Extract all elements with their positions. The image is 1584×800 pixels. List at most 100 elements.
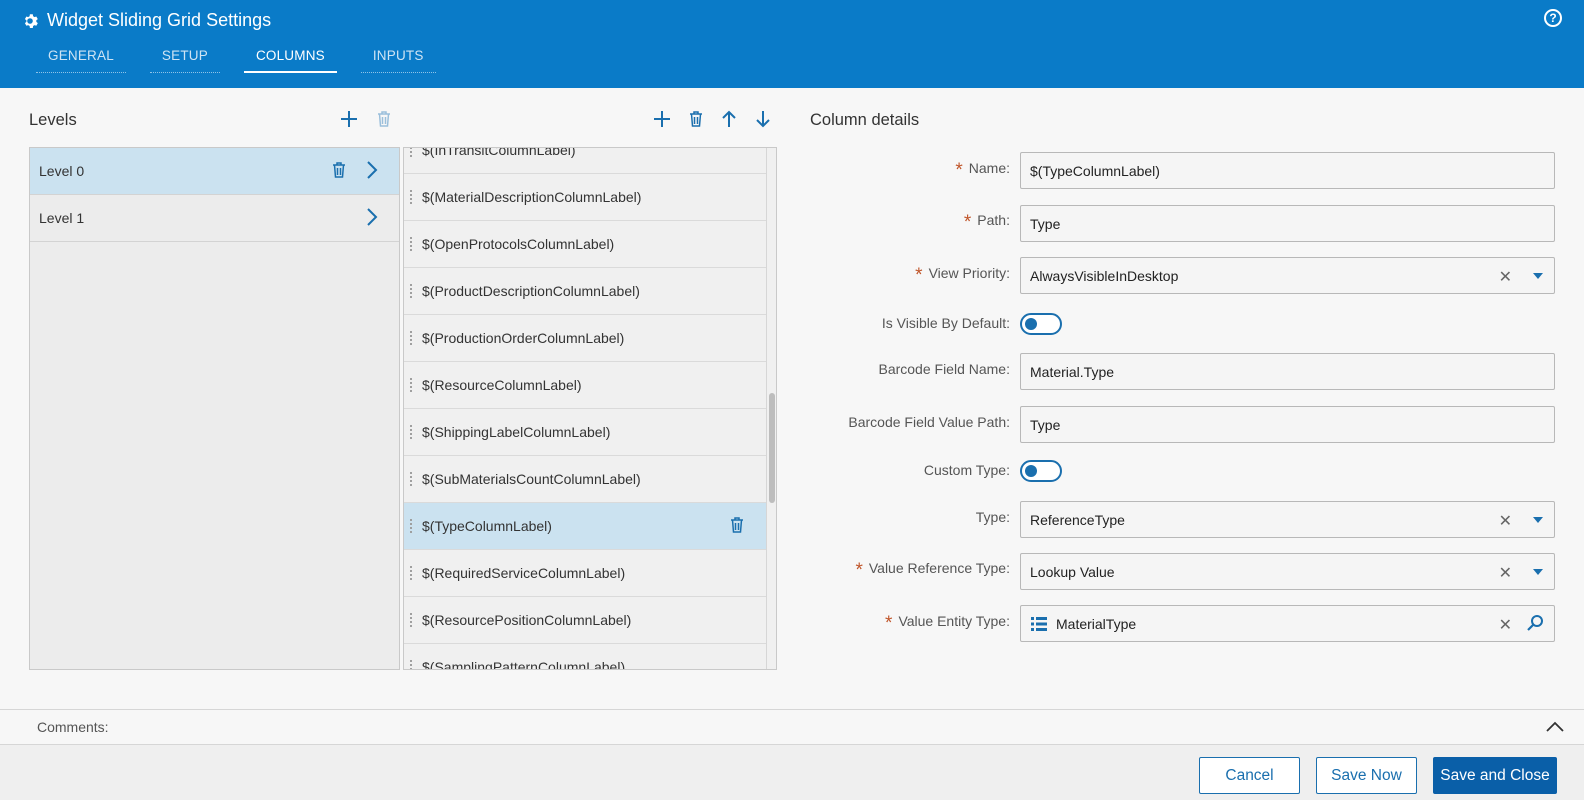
value-entity-type-lookup[interactable]: MaterialType ✕ [1020,605,1555,642]
visible-default-toggle[interactable] [1020,313,1062,335]
dialog-header: Widget Sliding Grid Settings ? GENERAL S… [0,0,1584,88]
level-row-0[interactable]: Level 0 [30,148,399,195]
drag-handle-icon[interactable] [409,565,413,581]
required-marker: * [963,212,972,233]
view-priority-select[interactable]: AlwaysVisibleInDesktop ✕ [1020,257,1555,294]
save-and-close-button[interactable]: Save and Close [1433,757,1557,794]
tab-bar: GENERAL SETUP COLUMNS INPUTS [36,46,436,73]
type-select[interactable]: ReferenceType ✕ [1020,501,1555,538]
custom-type-toggle[interactable] [1020,460,1062,482]
column-row[interactable]: $(ResourceColumnLabel) [404,362,766,409]
drag-handle-icon[interactable] [409,330,413,346]
column-row[interactable]: $(SubMaterialsCountColumnLabel) [404,456,766,503]
trash-icon [333,162,345,178]
columns-scrollbar[interactable] [766,148,776,669]
path-label: * Path: [963,212,1010,233]
save-now-button[interactable]: Save Now [1316,757,1417,794]
required-marker: * [955,160,963,181]
tab-inputs[interactable]: INPUTS [360,46,436,73]
gear-icon [24,13,38,28]
value-reference-type-label: * Value Reference Type: [855,560,1010,581]
tab-setup[interactable]: SETUP [149,46,220,73]
column-details-title: Column details [810,111,920,129]
tab-general[interactable]: GENERAL [36,46,126,73]
chevron-right-icon[interactable] [366,161,378,182]
required-marker: * [885,613,893,634]
dialog-footer: Cancel Save Now Save and Close [0,745,1584,800]
dialog-title-area: Widget Sliding Grid Settings [22,10,271,31]
scrollbar-thumb[interactable] [769,393,775,503]
list-icon [1031,616,1047,631]
column-row-selected[interactable]: $(TypeColumnLabel) [404,503,766,550]
delete-level-button[interactable] [372,107,396,131]
column-row[interactable]: $(SamplingPatternColumnLabel) [404,644,766,670]
column-label: $(ResourceColumnLabel) [422,377,582,393]
barcode-path-input[interactable]: Type [1020,406,1555,443]
delete-column-button[interactable] [684,107,708,131]
tab-columns[interactable]: COLUMNS [243,46,337,73]
column-label: $(SubMaterialsCountColumnLabel) [422,471,641,487]
move-down-button[interactable] [751,107,775,131]
column-row[interactable]: $(MaterialDescriptionColumnLabel) [404,174,766,221]
comments-section[interactable]: Comments: [0,709,1584,745]
column-row[interactable]: $(InTransitColumnLabel) [404,148,766,174]
cancel-button[interactable]: Cancel [1199,757,1300,794]
trash-icon [690,111,702,127]
name-label: * Name: [955,160,1010,181]
drag-handle-icon[interactable] [409,283,413,299]
drag-handle-icon[interactable] [409,424,413,440]
level-label: Level 1 [39,210,85,226]
column-label: $(SamplingPatternColumnLabel) [422,659,626,670]
levels-title: Levels [29,111,77,129]
chevron-down-icon[interactable] [1533,569,1543,575]
drag-handle-icon[interactable] [409,518,413,534]
column-row[interactable]: $(RequiredServiceColumnLabel) [404,550,766,597]
clear-icon[interactable]: ✕ [1499,615,1512,635]
column-row[interactable]: $(ShippingLabelColumnLabel) [404,409,766,456]
clear-icon[interactable]: ✕ [1499,267,1512,287]
add-level-button[interactable] [337,107,361,131]
barcode-name-label: Barcode Field Name: [878,361,1010,377]
column-row[interactable]: $(OpenProtocolsColumnLabel) [404,221,766,268]
page-title: Widget Sliding Grid Settings [47,10,272,30]
drag-handle-icon[interactable] [409,612,413,628]
drag-handle-icon[interactable] [409,471,413,487]
trash-icon [378,111,390,127]
column-row[interactable]: $(ProductDescriptionColumnLabel) [404,268,766,315]
search-icon[interactable] [1526,614,1544,635]
chevron-down-icon[interactable] [1533,273,1543,279]
trash-icon [731,517,743,533]
visible-default-label: Is Visible By Default: [881,315,1010,331]
value-entity-type-label: * Value Entity Type: [885,613,1010,634]
chevron-down-icon[interactable] [1533,517,1543,523]
drag-handle-icon[interactable] [409,377,413,393]
column-label: $(ProductDescriptionColumnLabel) [422,283,640,299]
columns-list: $(InTransitColumnLabel) $(MaterialDescri… [403,147,777,670]
column-label: $(ProductionOrderColumnLabel) [422,330,625,346]
required-marker: * [855,560,863,581]
drag-handle-icon[interactable] [409,148,413,158]
column-row[interactable]: $(ProductionOrderColumnLabel) [404,315,766,362]
help-icon[interactable]: ? [1544,9,1562,27]
chevron-up-icon[interactable] [1546,720,1564,736]
drag-handle-icon[interactable] [409,189,413,205]
clear-icon[interactable]: ✕ [1499,563,1512,583]
delete-column-row-button[interactable] [730,517,744,536]
value-reference-type-select[interactable]: Lookup Value ✕ [1020,553,1555,590]
drag-handle-icon[interactable] [409,659,413,669]
path-input[interactable]: Type [1020,205,1555,242]
chevron-right-icon[interactable] [366,208,378,229]
drag-handle-icon[interactable] [409,236,413,252]
column-row[interactable]: $(ResourcePositionColumnLabel) [404,597,766,644]
delete-level-row-button[interactable] [332,162,346,181]
barcode-name-input[interactable]: Material.Type [1020,353,1555,390]
name-input[interactable]: $(TypeColumnLabel) [1020,152,1555,189]
move-up-button[interactable] [717,107,741,131]
column-label: $(TypeColumnLabel) [422,518,552,534]
add-column-button[interactable] [650,107,674,131]
barcode-path-label: Barcode Field Value Path: [848,414,1010,430]
custom-type-label: Custom Type: [923,462,1010,478]
level-row-1[interactable]: Level 1 [30,195,399,242]
clear-icon[interactable]: ✕ [1499,511,1512,531]
arrow-up-icon [722,110,736,127]
